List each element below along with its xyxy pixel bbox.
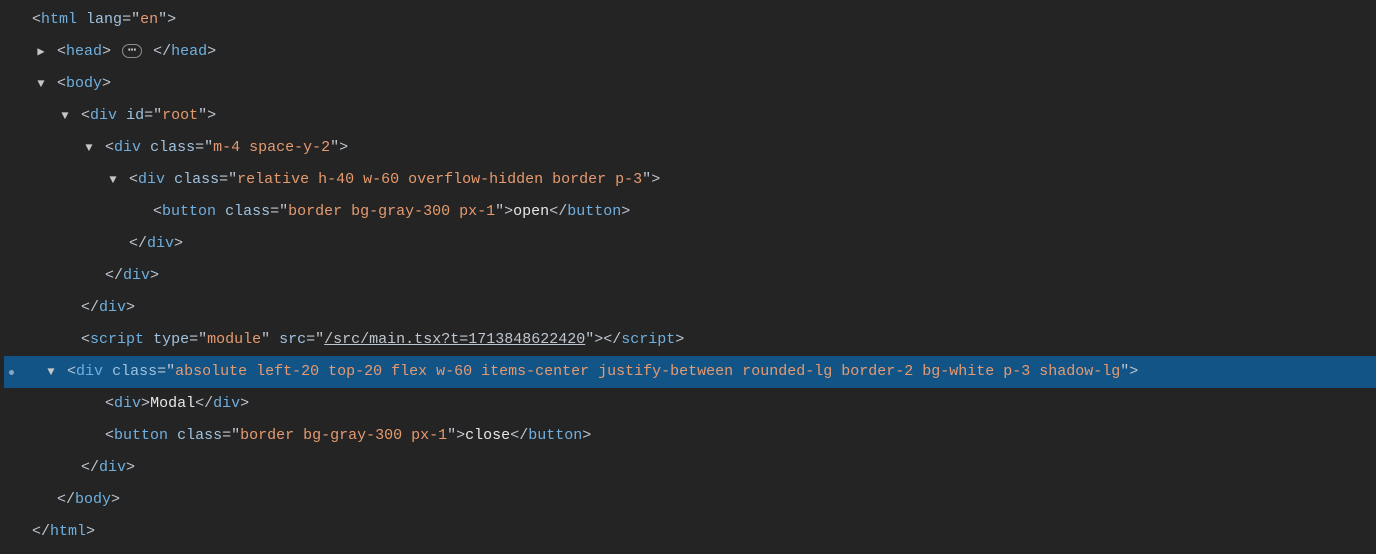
collapse-arrow-icon[interactable]: ▼ xyxy=(44,356,58,388)
node-head[interactable]: ▶ <head> ⋯ </head> xyxy=(4,36,1376,68)
dom-tree: <html lang="en"> ▶ <head> ⋯ </head> ▼ <b… xyxy=(0,0,1376,548)
ellipsis-icon[interactable]: ⋯ xyxy=(122,44,142,58)
node-button-open[interactable]: <button class="border bg-gray-300 px-1">… xyxy=(4,196,1376,228)
node-div-m4[interactable]: ▼ <div class="m-4 space-y-2"> xyxy=(4,132,1376,164)
expand-arrow-icon[interactable]: ▶ xyxy=(34,36,48,68)
node-div-modal-container[interactable]: ▼ <div class="absolute left-20 top-20 fl… xyxy=(4,356,1376,388)
collapse-arrow-icon[interactable]: ▼ xyxy=(82,132,96,164)
script-src-link[interactable]: /src/main.tsx?t=1713848622420 xyxy=(324,324,585,356)
node-close-div[interactable]: </div> xyxy=(4,292,1376,324)
node-button-close[interactable]: <button class="border bg-gray-300 px-1">… xyxy=(4,420,1376,452)
node-close-div[interactable]: </div> xyxy=(4,452,1376,484)
collapse-arrow-icon[interactable]: ▼ xyxy=(34,68,48,100)
node-close-html[interactable]: </html> xyxy=(4,516,1376,548)
node-close-body[interactable]: </body> xyxy=(4,484,1376,516)
node-script[interactable]: <script type="module" src="/src/main.tsx… xyxy=(4,324,1376,356)
node-div-modal-text[interactable]: <div>Modal</div> xyxy=(4,388,1376,420)
node-html[interactable]: <html lang="en"> xyxy=(4,4,1376,36)
collapse-arrow-icon[interactable]: ▼ xyxy=(58,100,72,132)
node-div-relative[interactable]: ▼ <div class="relative h-40 w-60 overflo… xyxy=(4,164,1376,196)
node-close-div[interactable]: </div> xyxy=(4,228,1376,260)
node-body[interactable]: ▼ <body> xyxy=(4,68,1376,100)
node-div-root[interactable]: ▼ <div id="root"> xyxy=(4,100,1376,132)
collapse-arrow-icon[interactable]: ▼ xyxy=(106,164,120,196)
modified-dot-icon xyxy=(9,370,14,375)
node-close-div[interactable]: </div> xyxy=(4,260,1376,292)
